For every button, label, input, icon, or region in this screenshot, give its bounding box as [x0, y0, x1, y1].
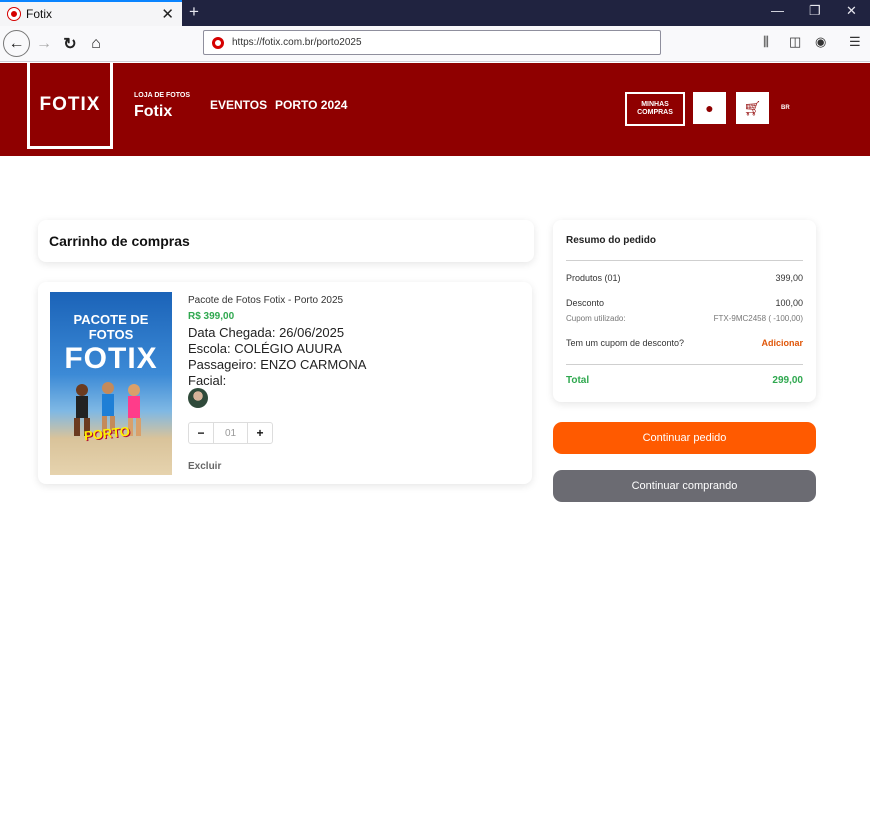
add-coupon-link[interactable]: Adicionar: [761, 338, 803, 348]
site-header: FOTIX LOJA DE FOTOS Fotix EVENTOS PORTO …: [0, 63, 870, 156]
site-favicon-icon: [8, 8, 20, 20]
cart-item: PACOTE DE FOTOS FOTIX PORTO Pacote de Fo…: [38, 282, 532, 484]
minimize-icon[interactable]: —: [771, 3, 784, 18]
coupon-amount: ( -100,00): [768, 314, 803, 323]
browser-tab-bar: Fotix ✕ + — ❐ ✕: [0, 0, 870, 26]
language-selector[interactable]: BR: [781, 105, 790, 111]
brand-subtitle: LOJA DE FOTOS: [134, 92, 191, 99]
continue-shopping-button[interactable]: Continuar comprando: [553, 470, 816, 502]
total-value: 299,00: [772, 375, 803, 386]
site-favicon-icon: [212, 36, 224, 49]
quantity-stepper: − 01 +: [188, 422, 273, 444]
brand-name: Fotix: [134, 103, 173, 120]
coupon-row: Cupom utilizado: FTX-9MC2458 ( -100,00): [566, 314, 803, 323]
divider: [566, 260, 803, 261]
order-summary: Resumo do pedido Produtos (01) 399,00 De…: [553, 220, 816, 402]
user-icon: ●: [705, 100, 714, 116]
coupon-code: FTX-9MC2458: [713, 314, 767, 323]
products-label: Produtos (01): [566, 273, 621, 283]
product-image: PACOTE DE FOTOS FOTIX PORTO: [50, 292, 172, 475]
total-row: Total 299,00: [566, 375, 803, 386]
face-avatar: [188, 388, 208, 408]
product-price: R$ 399,00: [188, 311, 235, 322]
restore-icon[interactable]: ❐: [809, 3, 821, 19]
tab-title: Fotix: [26, 7, 53, 21]
forward-arrow-icon[interactable]: →: [32, 32, 56, 56]
logo-text: FOTIX: [39, 93, 101, 115]
user-button[interactable]: ●: [693, 92, 726, 124]
cart-icon: 🛒︎: [743, 99, 762, 116]
library-icon[interactable]: ⫼: [763, 34, 769, 50]
close-window-icon[interactable]: ✕: [846, 3, 857, 19]
coupon-question-row: Tem um cupom de desconto? Adicionar: [566, 338, 803, 348]
home-icon[interactable]: ⌂: [84, 32, 108, 56]
divider: [566, 364, 803, 365]
continue-order-button[interactable]: Continuar pedido: [553, 422, 816, 454]
product-name: Pacote de Fotos Fotix - Porto 2025: [188, 295, 344, 306]
close-tab-icon[interactable]: ✕: [161, 5, 174, 23]
minhas-compras-line2: COMPRAS: [637, 109, 673, 116]
browser-nav-bar: ← → ↻ ⌂ https://fotix.com.br/porto2025 ⫼…: [0, 26, 870, 62]
cart-button[interactable]: 🛒︎: [736, 92, 769, 124]
nav-porto-2024[interactable]: PORTO 2024: [275, 98, 347, 112]
cart-title-card: Carrinho de compras: [38, 220, 534, 262]
arrival-date: Data Chegada: 26/06/2025: [188, 325, 345, 340]
url-text: https://fotix.com.br/porto2025: [232, 37, 362, 48]
address-bar[interactable]: https://fotix.com.br/porto2025: [203, 30, 661, 55]
product-image-caption: PACOTE DE FOTOS: [73, 312, 149, 342]
quantity-value[interactable]: 01: [213, 423, 248, 443]
summary-title: Resumo do pedido: [566, 235, 656, 246]
total-label: Total: [566, 375, 590, 386]
menu-icon[interactable]: ☰: [849, 34, 861, 50]
school: Escola: COLÉGIO AUURA: [188, 341, 342, 356]
discount-row: Desconto 100,00: [566, 298, 803, 308]
products-value: 399,00: [775, 273, 803, 283]
nav-eventos[interactable]: EVENTOS: [210, 98, 267, 112]
coupon-detail: FTX-9MC2458 ( -100,00): [714, 314, 803, 323]
coupon-question: Tem um cupom de desconto?: [566, 338, 685, 348]
sidebar-icon[interactable]: ◫: [789, 34, 801, 50]
account-icon[interactable]: ◉: [815, 34, 826, 50]
product-image-brand: FOTIX: [64, 342, 158, 375]
reload-icon[interactable]: ↻: [58, 32, 82, 56]
discount-value: 100,00: [775, 298, 803, 308]
products-row: Produtos (01) 399,00: [566, 273, 803, 283]
page-title: Carrinho de compras: [49, 233, 190, 249]
new-tab-icon[interactable]: +: [189, 2, 199, 22]
coupon-label: Cupom utilizado:: [566, 314, 626, 323]
logo[interactable]: FOTIX: [27, 63, 113, 149]
decrease-qty-button[interactable]: −: [189, 423, 213, 443]
discount-label: Desconto: [566, 298, 605, 308]
passenger: Passageiro: ENZO CARMONA: [188, 357, 367, 372]
minhas-compras-line1: MINHAS: [641, 101, 669, 108]
browser-tab[interactable]: Fotix ✕: [0, 0, 182, 26]
back-arrow-icon[interactable]: ←: [3, 30, 30, 57]
minhas-compras-button[interactable]: MINHAS COMPRAS: [625, 92, 685, 126]
increase-qty-button[interactable]: +: [248, 423, 272, 443]
remove-item-link[interactable]: Excluir: [188, 461, 221, 472]
facial-label: Facial:: [188, 373, 227, 388]
